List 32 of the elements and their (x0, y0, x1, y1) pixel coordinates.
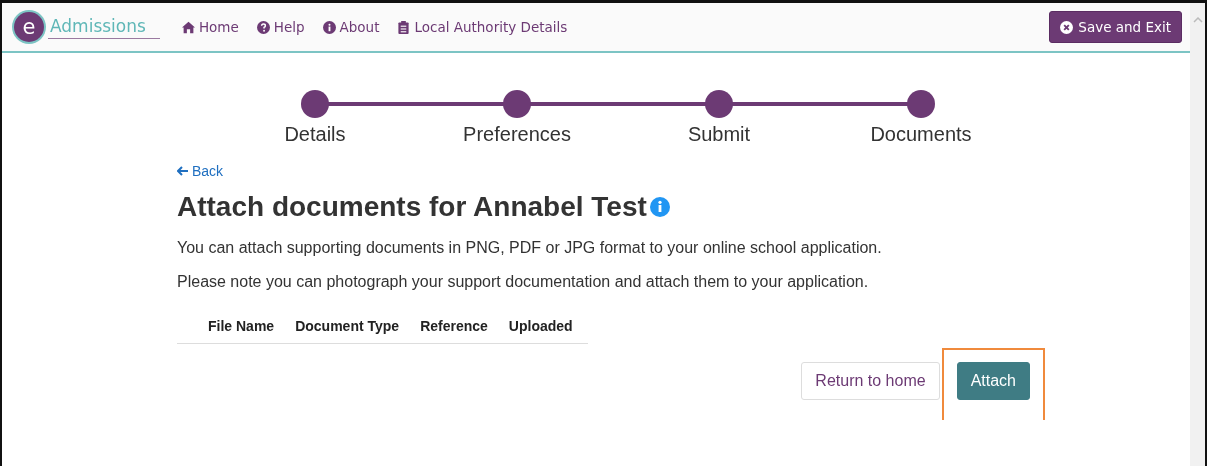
step-dot (301, 90, 329, 118)
scroll-up-icon[interactable] (1192, 17, 1203, 23)
page-heading: Attach documents for Annabel Test (177, 191, 647, 223)
arrow-left-icon (177, 166, 189, 176)
description-text: Please note you can photograph your support documentation and attach them to your application. (177, 273, 870, 291)
column-header: Uploaded (508, 318, 573, 334)
attach-button[interactable]: Attach (956, 362, 1030, 400)
step-label: Documents (870, 123, 972, 146)
step-label: Details (284, 123, 346, 146)
nav-link[interactable]: Help (256, 19, 305, 35)
nav-link[interactable]: About (322, 19, 380, 35)
clipboard-icon (397, 20, 411, 34)
save-and-exit-button[interactable]: Save and Exit (1049, 11, 1182, 43)
info-icon[interactable] (649, 197, 670, 217)
step-dot (503, 90, 531, 118)
column-header: Reference (420, 318, 488, 334)
step-label: Preferences (463, 123, 571, 146)
step-dot (705, 90, 733, 118)
info-icon (322, 20, 336, 34)
step-label: Submit (687, 123, 751, 146)
column-header: File Name (208, 318, 275, 334)
help-icon (256, 20, 270, 34)
logo-icon: e (14, 12, 44, 42)
return-button[interactable]: Return to home (801, 362, 940, 400)
step-dot (907, 90, 935, 118)
nav-link[interactable]: Home (181, 19, 239, 35)
column-header: Document Type (295, 318, 400, 334)
back-link[interactable]: Back (177, 163, 224, 179)
close-icon (1060, 20, 1074, 34)
nav-link[interactable]: Local Authority Details (397, 19, 568, 35)
description-text: You can attach supporting documents in PNG, PDF or JPG format to your online school application. (177, 239, 883, 257)
home-icon (181, 20, 195, 34)
